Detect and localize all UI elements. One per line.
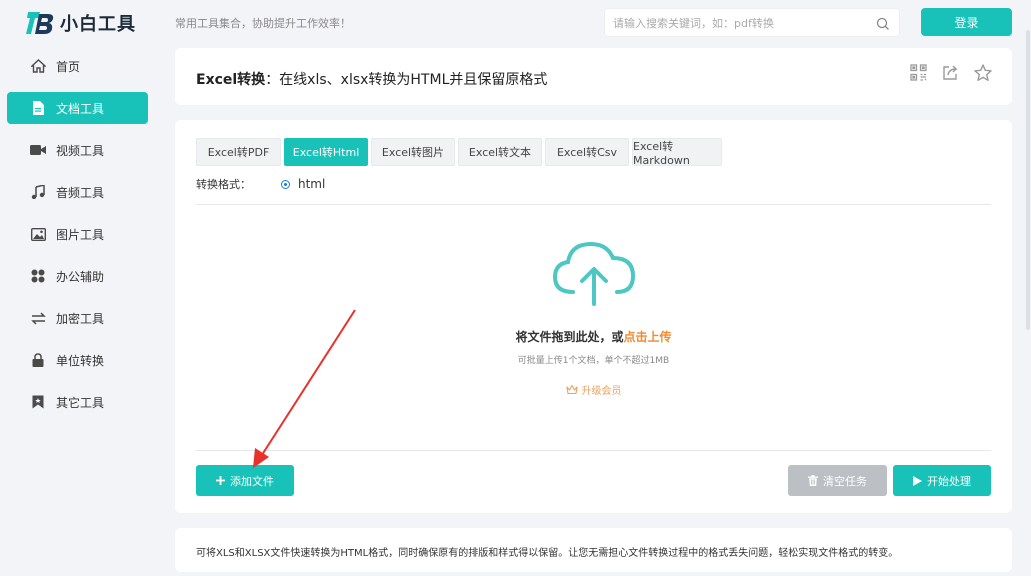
scrollbar[interactable] xyxy=(1024,0,1031,576)
crown-icon xyxy=(565,384,578,395)
star-icon[interactable] xyxy=(974,64,992,82)
sidebar-item-label: 音频工具 xyxy=(56,185,105,200)
clear-tasks-label: 清空任务 xyxy=(823,474,867,488)
divider xyxy=(196,450,991,451)
sidebar-item-label: 视频工具 xyxy=(56,143,105,158)
document-icon xyxy=(30,100,46,116)
sidebar-item-audio-tools[interactable]: 音频工具 xyxy=(7,176,148,208)
format-row: 转换格式： html xyxy=(196,176,325,192)
format-option-label[interactable]: html xyxy=(298,177,325,191)
swap-icon xyxy=(30,310,46,326)
tab-excel-to-markdown[interactable]: Excel转Markdown xyxy=(632,138,722,167)
top-header: 小白工具 常用工具集合，协助提升工作效率！ 登录 xyxy=(0,0,1031,44)
start-processing-button[interactable]: 开始处理 xyxy=(893,465,991,496)
play-icon xyxy=(913,475,922,486)
tab-excel-to-image[interactable]: Excel转图片 xyxy=(371,138,455,166)
add-file-button[interactable]: 添加文件 xyxy=(196,465,294,496)
sidebar-item-home[interactable]: 首页 xyxy=(7,50,148,82)
sidebar-item-label: 文档工具 xyxy=(56,101,105,116)
video-icon xyxy=(30,142,46,158)
trash-icon xyxy=(808,475,818,486)
sidebar-item-label: 其它工具 xyxy=(56,395,105,410)
sidebar-item-label: 加密工具 xyxy=(56,311,105,326)
search-input[interactable] xyxy=(613,15,868,32)
upload-limit-hint: 可批量上传1个文档，单个不超过1MB xyxy=(517,356,670,366)
sidebar-item-label: 办公辅助 xyxy=(56,269,105,284)
sidebar-item-encrypt-tools[interactable]: 加密工具 xyxy=(7,302,148,334)
share-icon[interactable] xyxy=(942,64,960,82)
sidebar-item-office-assist[interactable]: 办公辅助 xyxy=(7,260,148,292)
scrollbar-thumb[interactable] xyxy=(1026,30,1030,330)
converter-panel: Excel转PDF Excel转Html Excel转图片 Excel转文本 E… xyxy=(175,120,1012,513)
logo-icon xyxy=(26,8,54,38)
sidebar-item-document-tools[interactable]: 文档工具 xyxy=(7,92,148,124)
search-icon[interactable] xyxy=(876,16,890,30)
add-file-label: 添加文件 xyxy=(230,474,274,488)
start-processing-label: 开始处理 xyxy=(927,474,971,488)
title-card: Excel转换：在线xls、xlsx转换为HTML并且保留原格式 xyxy=(175,48,1012,105)
drop-title: 将文件拖到此处，或点击上传 xyxy=(196,328,991,345)
sidebar-item-video-tools[interactable]: 视频工具 xyxy=(7,134,148,166)
cloud-upload-icon[interactable] xyxy=(551,240,637,306)
home-icon xyxy=(30,58,46,74)
search-box[interactable] xyxy=(604,8,900,37)
tab-excel-to-csv[interactable]: Excel转Csv xyxy=(545,138,629,166)
slogan: 常用工具集合，协助提升工作效率！ xyxy=(175,17,351,30)
sidebar-item-other-tools[interactable]: 其它工具 xyxy=(7,386,148,418)
apps-icon xyxy=(30,268,46,284)
lock-icon xyxy=(30,352,46,368)
upload-drop-zone[interactable]: 将文件拖到此处，或点击上传 可批量上传1个文档，单个不超过1MB 升级会员 xyxy=(196,205,991,450)
tab-excel-to-pdf[interactable]: Excel转PDF xyxy=(196,138,281,166)
login-button[interactable]: 登录 xyxy=(921,8,1012,36)
sidebar-item-label: 单位转换 xyxy=(56,353,105,368)
conversion-tabs: Excel转PDF Excel转Html Excel转图片 Excel转文本 E… xyxy=(196,138,725,167)
tab-excel-to-html[interactable]: Excel转Html xyxy=(284,138,368,166)
format-radio-html[interactable] xyxy=(281,179,290,189)
drop-title-text: 将文件拖到此处，或 xyxy=(515,330,624,344)
title-actions xyxy=(910,64,992,82)
description-text: 可将XLS和XLSX文件快速转换为HTML格式，同时确保原有的排版和样式得以保留… xyxy=(196,548,899,559)
description-card: 可将XLS和XLSX文件快速转换为HTML格式，同时确保原有的排版和样式得以保留… xyxy=(175,528,1012,572)
sidebar-item-image-tools[interactable]: 图片工具 xyxy=(7,218,148,250)
upgrade-vip-link[interactable]: 升级会员 xyxy=(196,382,991,397)
sidebar-item-label: 首页 xyxy=(56,59,81,74)
logo-text: 小白工具 xyxy=(60,14,136,35)
logo[interactable]: 小白工具 xyxy=(26,6,136,40)
tab-excel-to-text[interactable]: Excel转文本 xyxy=(458,138,542,166)
upgrade-label: 升级会员 xyxy=(581,386,622,397)
bookmark-icon xyxy=(30,394,46,410)
clear-tasks-button[interactable]: 清空任务 xyxy=(788,465,887,496)
page-title: Excel转换：在线xls、xlsx转换为HTML并且保留原格式 xyxy=(196,69,547,89)
music-icon xyxy=(30,184,46,200)
image-icon xyxy=(30,226,46,242)
page-title-bold: Excel转换 xyxy=(196,72,266,88)
click-upload-link[interactable]: 点击上传 xyxy=(624,330,672,344)
sidebar-item-unit-convert[interactable]: 单位转换 xyxy=(7,344,148,376)
format-label: 转换格式： xyxy=(196,178,251,191)
plus-icon xyxy=(216,476,225,485)
page-title-rest: ：在线xls、xlsx转换为HTML并且保留原格式 xyxy=(265,72,548,88)
sidebar-item-label: 图片工具 xyxy=(56,227,105,242)
qrcode-icon[interactable] xyxy=(910,64,928,82)
